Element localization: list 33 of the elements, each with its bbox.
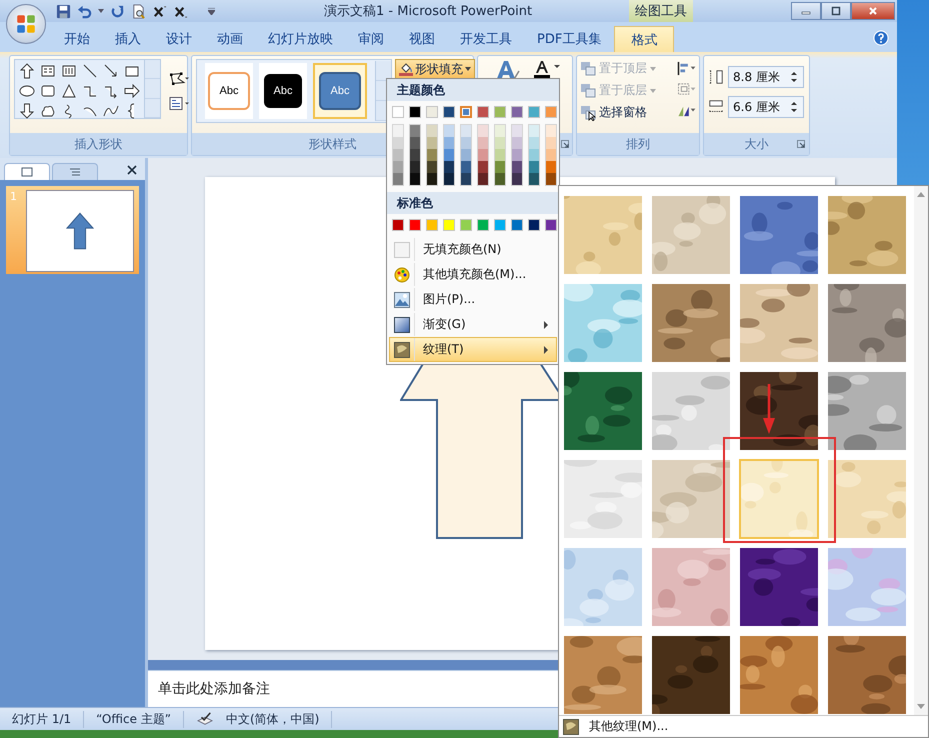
shape-fill-button[interactable]: 形状填充 [395, 59, 475, 79]
height-field[interactable]: 8.8 厘米 [728, 66, 804, 88]
menu-item[interactable]: 渐变(G) [389, 312, 557, 337]
ribbon-tab[interactable]: 幻灯片放映 [256, 26, 345, 52]
group-label: 插入形状 [10, 133, 187, 155]
shape-style-option[interactable]: Abc [205, 63, 253, 119]
ribbon-tab[interactable]: 开始 [52, 26, 102, 52]
menu-item[interactable]: 其他纹理(M)... [589, 718, 668, 735]
arrange-button[interactable]: 选择窗格 [580, 103, 656, 122]
ribbon-tab[interactable]: 动画 [205, 26, 255, 52]
menu-heading: 标准色 [387, 192, 559, 214]
menu-item[interactable]: 其他填充颜色(M)... [389, 262, 557, 287]
ribbon-tab[interactable]: 审阅 [346, 26, 396, 52]
menu-heading: 主题颜色 [387, 79, 559, 101]
ribbon-tab[interactable]: 视图 [397, 26, 447, 52]
ribbon-tab[interactable]: 插入 [103, 26, 153, 52]
ribbon-tab[interactable]: 设计 [154, 26, 204, 52]
width-field[interactable]: 6.6 厘米 [728, 96, 804, 118]
theme-status[interactable]: “Office 主题” [84, 710, 184, 728]
ribbon-tab[interactable]: 开发工具 [448, 26, 524, 52]
menu-item[interactable]: 无填充颜色(N) [389, 237, 557, 262]
window-title: 演示文稿1 - Microsoft PowerPoint [323, 3, 534, 20]
group-label: 排列 [577, 133, 699, 155]
language-status[interactable]: 中文(简体，中国) [214, 710, 332, 728]
status-text: 幻灯片 1/1 [0, 710, 84, 728]
group-label: 大小 [744, 136, 768, 152]
ribbon-tab[interactable]: PDF工具集 [525, 26, 614, 52]
menu-item[interactable]: 纹理(T) [389, 337, 557, 362]
shape-style-option[interactable]: Abc [259, 63, 307, 119]
menu-item[interactable]: 图片(P)... [389, 287, 557, 312]
ribbon-tab[interactable]: 格式 [614, 26, 674, 52]
shape-style-option[interactable]: Abc [313, 63, 367, 119]
context-tab-label: 绘图工具 [629, 0, 693, 23]
